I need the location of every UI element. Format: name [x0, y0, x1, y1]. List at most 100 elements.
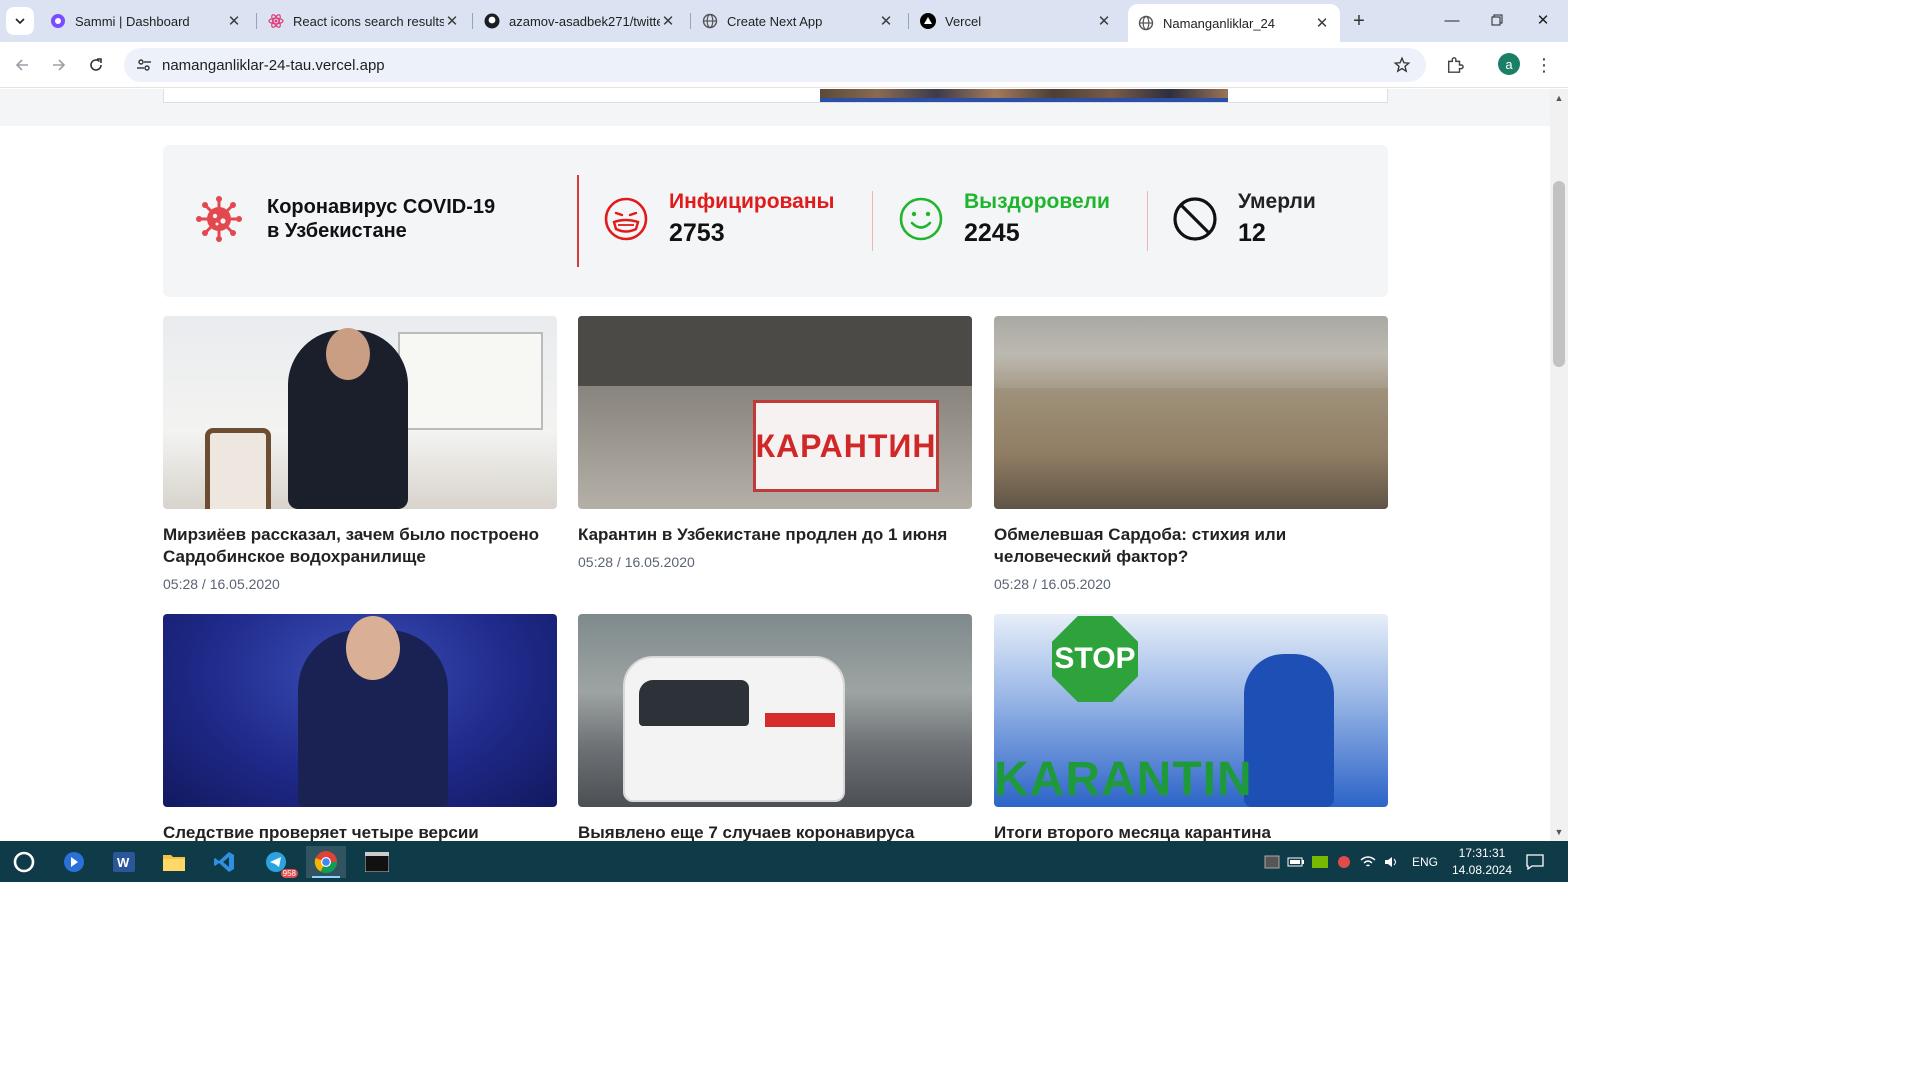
close-icon[interactable]: ✕	[660, 13, 676, 30]
back-button[interactable]	[10, 53, 34, 77]
tab-search-button[interactable]	[6, 7, 34, 35]
taskbar-vscode[interactable]	[204, 846, 244, 878]
covid-title-line2: в Узбекистане	[267, 220, 407, 242]
github-icon	[484, 13, 500, 29]
browser-tab-bar: Sammi | Dashboard ✕ React icons search r…	[0, 0, 1568, 42]
tab-create-next-app[interactable]: Create Next App ✕	[692, 6, 904, 36]
close-icon[interactable]: ✕	[1096, 13, 1112, 30]
nvidia-icon[interactable]	[1310, 851, 1330, 873]
tray-app-icon[interactable]	[1262, 851, 1282, 873]
prohibited-icon	[1173, 197, 1217, 241]
news-date: 05:28 / 16.05.2020	[578, 554, 695, 570]
news-image[interactable]	[994, 316, 1388, 509]
forward-button[interactable]	[47, 53, 71, 77]
close-icon[interactable]: ✕	[226, 13, 242, 30]
language-indicator[interactable]: ENG	[1408, 851, 1442, 873]
news-title[interactable]: Мирзиёев рассказал, зачем было построено…	[163, 524, 557, 568]
covid-stats-panel: Коронавирус COVID-19 в Узбекистане Инфиц…	[163, 145, 1388, 297]
karantin-text-image: KARANTIN	[994, 753, 1253, 806]
taskbar-telegram[interactable]: 958	[256, 846, 298, 878]
restore-button[interactable]	[1485, 8, 1509, 32]
speaker-image	[288, 328, 408, 509]
smile-face-icon	[899, 197, 943, 241]
browser-menu-icon[interactable]: ⋮	[1535, 53, 1553, 77]
tab-vercel[interactable]: Vercel ✕	[910, 6, 1122, 36]
new-tab-button[interactable]: +	[1347, 9, 1371, 33]
flood-water-image	[994, 388, 1388, 509]
market-stall-image	[578, 316, 972, 386]
stat-deaths: Умерли 12	[1172, 189, 1316, 249]
stat-value: 2753	[669, 219, 725, 247]
news-title[interactable]: Итоги второго месяца карантина	[994, 822, 1388, 841]
arrow-left-icon	[15, 59, 28, 71]
news-image[interactable]: STOP KARANTIN	[994, 614, 1388, 807]
reload-button[interactable]	[84, 53, 108, 77]
covid-divider	[577, 175, 579, 267]
telegram-unread-badge: 958	[280, 869, 298, 878]
bookmark-star-icon[interactable]	[1392, 55, 1412, 75]
start-button[interactable]	[4, 846, 44, 878]
tab-github[interactable]: azamov-asadbek271/twitter ✕	[474, 6, 686, 36]
start-circle-icon	[13, 851, 35, 873]
close-icon[interactable]: ✕	[878, 13, 894, 30]
tray-notification-app-icon[interactable]	[1334, 851, 1354, 873]
taskbar-app-pin[interactable]	[54, 846, 94, 878]
reload-icon	[90, 58, 102, 71]
stat-divider	[1147, 191, 1148, 251]
extensions-icon[interactable]	[1443, 53, 1467, 77]
news-image[interactable]	[578, 614, 972, 807]
profile-avatar[interactable]: a	[1498, 53, 1520, 75]
tab-title: azamov-asadbek271/twitter	[509, 13, 660, 29]
taskbar-file-explorer[interactable]	[154, 846, 194, 878]
official-image	[298, 616, 448, 807]
close-icon[interactable]: ✕	[444, 13, 460, 30]
tab-sammi-dashboard[interactable]: Sammi | Dashboard ✕	[40, 6, 252, 36]
news-card[interactable]: КАРАНТИН Карантин в Узбекистане продлен …	[578, 316, 972, 570]
stop-sign-image: STOP	[1052, 616, 1138, 702]
scroll-down-arrow-icon[interactable]: ▼	[1554, 827, 1564, 837]
volume-icon[interactable]	[1382, 851, 1402, 873]
tray-red-icon	[1338, 856, 1350, 868]
news-card[interactable]: Обмелевшая Сардоба: стихия или человечес…	[994, 316, 1388, 592]
news-image[interactable]	[163, 614, 557, 807]
page-scrollbar[interactable]: ▲ ▼	[1550, 89, 1568, 841]
word-icon: W	[113, 852, 135, 872]
stat-label: Выздоровели	[964, 190, 1110, 213]
pin-app-icon	[64, 852, 84, 872]
close-icon[interactable]: ✕	[1314, 15, 1330, 32]
minimize-button[interactable]: ―	[1440, 8, 1464, 32]
taskbar-chrome[interactable]	[306, 846, 346, 878]
sick-face-icon	[604, 197, 648, 241]
site-info-icon[interactable]	[134, 55, 154, 75]
taskbar-terminal[interactable]	[357, 846, 397, 878]
news-title[interactable]: Выявлено еще 7 случаев коронавируса	[578, 822, 972, 841]
news-card[interactable]: Мирзиёев рассказал, зачем было построено…	[163, 316, 557, 592]
speaker-icon	[1385, 857, 1396, 867]
news-card[interactable]: Следствие проверяет четыре версии	[163, 614, 557, 841]
taskbar-word[interactable]: W	[104, 846, 144, 878]
scrollbar-thumb[interactable]	[1553, 181, 1565, 367]
tab-title: Vercel	[945, 13, 982, 29]
system-clock[interactable]: 17:31:31 14.08.2024	[1440, 845, 1524, 879]
news-title[interactable]: Следствие проверяет четыре версии	[163, 822, 557, 841]
tab-divider	[690, 13, 691, 29]
chat-bubble-icon	[1526, 854, 1544, 870]
news-card[interactable]: Выявлено еще 7 случаев коронавируса	[578, 614, 972, 841]
wifi-icon[interactable]	[1358, 851, 1378, 873]
battery-icon[interactable]	[1286, 851, 1306, 873]
news-image[interactable]: КАРАНТИН	[578, 316, 972, 509]
close-window-button[interactable]: ✕	[1531, 8, 1555, 32]
news-title[interactable]: Обмелевшая Сардоба: стихия или человечес…	[994, 524, 1388, 568]
news-image[interactable]	[163, 316, 557, 509]
tab-divider	[256, 13, 257, 29]
arrow-right-icon	[53, 59, 66, 71]
news-title[interactable]: Карантин в Узбекистане продлен до 1 июня	[578, 524, 972, 546]
omnibox[interactable]: namanganliklar-24-tau.vercel.app	[124, 48, 1426, 82]
tab-react-icons[interactable]: React icons search results ✕	[258, 6, 470, 36]
tab-namanganliklar[interactable]: Namanganliklar_24 ✕	[1128, 4, 1340, 42]
news-card[interactable]: STOP KARANTIN Итоги второго месяца каран…	[994, 614, 1388, 841]
scroll-up-arrow-icon[interactable]: ▲	[1554, 93, 1564, 103]
tab-title: Namanganliklar_24	[1163, 15, 1276, 31]
quarantine-sign-image: КАРАНТИН	[753, 400, 939, 492]
notifications-icon[interactable]	[1524, 851, 1546, 873]
